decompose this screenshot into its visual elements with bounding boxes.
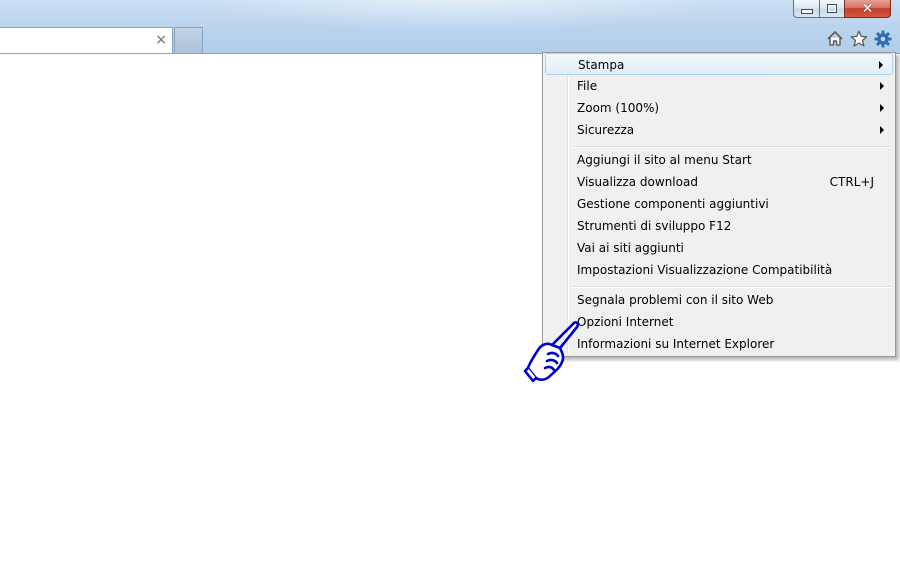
close-window-button[interactable]: ✕	[844, 0, 891, 18]
submenu-arrow-icon	[879, 61, 883, 69]
browser-tab[interactable]: ×	[0, 27, 173, 53]
menu-item-file[interactable]: File	[545, 75, 893, 97]
menu-item-gestione-componenti[interactable]: Gestione componenti aggiuntivi	[545, 193, 893, 215]
window-controls: ✕	[793, 0, 891, 19]
menu-item-visualizza-download[interactable]: Visualizza download CTRL+J	[545, 171, 893, 193]
menu-separator	[573, 286, 891, 288]
tools-menu: Stampa File Zoom (100%) Sicurezza Aggiun…	[542, 52, 896, 357]
menu-item-label: Visualizza download	[577, 175, 698, 189]
menu-item-label: Stampa	[578, 58, 625, 72]
home-icon[interactable]	[825, 29, 845, 49]
menu-item-zoom[interactable]: Zoom (100%)	[545, 97, 893, 119]
menu-item-siti-aggiunti[interactable]: Vai ai siti aggiunti	[545, 237, 893, 259]
menu-separator	[573, 146, 891, 148]
menu-item-label: Aggiungi il sito al menu Start	[577, 153, 752, 167]
menu-item-informazioni-ie[interactable]: Informazioni su Internet Explorer	[545, 333, 893, 355]
close-icon: ✕	[861, 0, 874, 17]
menu-item-label: Impostazioni Visualizzazione Compatibili…	[577, 263, 833, 277]
pointing-hand-icon	[523, 321, 580, 383]
menu-item-label: Zoom (100%)	[577, 101, 660, 115]
minimize-icon	[800, 9, 813, 14]
gear-icon[interactable]	[873, 29, 893, 49]
new-tab-button[interactable]	[174, 27, 203, 53]
menu-item-stampa[interactable]: Stampa	[545, 53, 893, 75]
menu-item-sicurezza[interactable]: Sicurezza	[545, 119, 893, 141]
frame-glass-highlight	[180, 0, 740, 30]
menu-item-label: Opzioni Internet	[577, 315, 674, 329]
tab-close-icon[interactable]: ×	[155, 32, 167, 48]
restore-icon	[827, 4, 837, 13]
submenu-arrow-icon	[880, 126, 884, 134]
menu-item-label: File	[577, 79, 598, 93]
submenu-arrow-icon	[880, 82, 884, 90]
browser-frame: ✕ ×	[0, 0, 900, 54]
menu-item-strumenti-sviluppo[interactable]: Strumenti di sviluppo F12	[545, 215, 893, 237]
menu-item-label: Vai ai siti aggiunti	[577, 241, 684, 255]
menu-item-label: Segnala problemi con il sito Web	[577, 293, 774, 307]
maximize-button[interactable]	[819, 0, 844, 18]
menu-item-compatibilita[interactable]: Impostazioni Visualizzazione Compatibili…	[545, 259, 893, 281]
minimize-button[interactable]	[793, 0, 819, 18]
menu-item-aggiungi-sito-start[interactable]: Aggiungi il sito al menu Start	[545, 149, 893, 171]
submenu-arrow-icon	[880, 104, 884, 112]
menu-item-label: Strumenti di sviluppo F12	[577, 219, 732, 233]
menu-item-label: Informazioni su Internet Explorer	[577, 337, 775, 351]
menu-item-opzioni-internet[interactable]: Opzioni Internet	[545, 311, 893, 333]
menu-item-label: Gestione componenti aggiuntivi	[577, 197, 769, 211]
menu-item-segnala-problemi[interactable]: Segnala problemi con il sito Web	[545, 289, 893, 311]
menu-item-shortcut: CTRL+J	[829, 175, 874, 189]
menu-item-label: Sicurezza	[577, 123, 635, 137]
star-icon[interactable]	[849, 29, 869, 49]
